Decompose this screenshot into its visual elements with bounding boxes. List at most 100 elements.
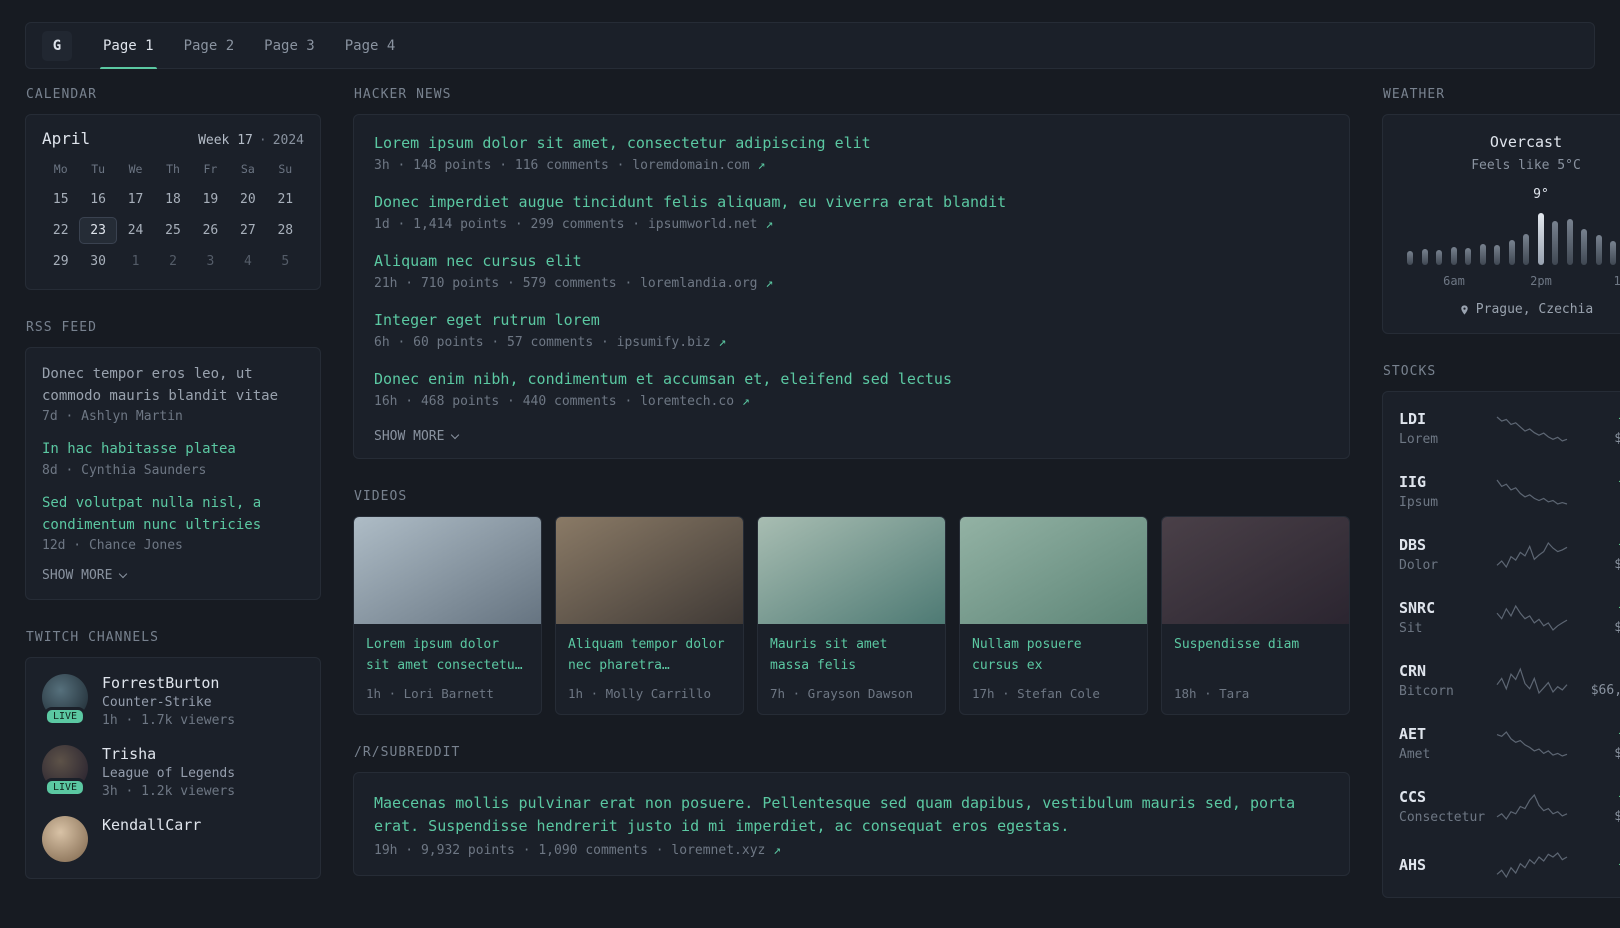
weather-bar	[1407, 251, 1413, 265]
calendar-day: 18	[165, 192, 181, 207]
subreddit-widget: /R/SUBREDDIT Maecenas mollis pulvinar er…	[353, 745, 1350, 876]
hn-story-domain-link[interactable]: loremdomain.com ↗	[632, 158, 765, 173]
calendar-header: April Week 17 · 2024	[42, 129, 304, 148]
video-title[interactable]: Aliquam tempor dolor nec pharetra…	[568, 635, 731, 677]
stock-symbol: CCS	[1399, 788, 1427, 806]
stock-identity: AHS	[1399, 856, 1495, 874]
rss-show-more-button[interactable]: SHOW MORE	[42, 568, 304, 583]
hn-story-title[interactable]: Donec imperdiet augue tincidunt felis al…	[374, 193, 1329, 211]
weather-time-label: 6am	[1443, 274, 1465, 288]
hn-story-title[interactable]: Integer eget rutrum lorem	[374, 311, 1329, 329]
video-title[interactable]: Nullam posuere cursus ex	[972, 635, 1135, 677]
dashboard: G Page 1 Page 2 Page 3 Page 4 CALENDAR A…	[0, 22, 1620, 928]
calendar-day: 27	[240, 223, 256, 238]
video-card[interactable]: Lorem ipsum dolor sit amet consectetu… 1…	[353, 516, 542, 715]
videos-widget-title: VIDEOS	[354, 489, 408, 504]
weather-bars	[1407, 211, 1620, 265]
subreddit-post-domain-link[interactable]: loremnet.xyz ↗	[671, 843, 781, 858]
hn-story-meta: 1d · 1,414 points · 299 comments · ipsum…	[374, 217, 1329, 232]
stock-change: +0.51%	[1569, 789, 1620, 805]
stock-values: +4.35% $795.18	[1569, 411, 1620, 446]
stock-values: +1.36% $148.64	[1569, 600, 1620, 635]
hacker-news-widget-title: HACKER NEWS	[354, 87, 452, 102]
stock-name: Ipsum	[1399, 495, 1439, 510]
hn-story-meta-text: 21h · 710 points · 579 comments ·	[374, 276, 641, 291]
channel-name[interactable]: KendallCarr	[102, 816, 201, 834]
video-card[interactable]: Suspendisse diam 18h · Tara	[1161, 516, 1350, 715]
videos-row: Lorem ipsum dolor sit amet consectetu… 1…	[353, 516, 1350, 715]
sparkline-chart	[1496, 604, 1568, 631]
page-tab[interactable]: Page 3	[249, 23, 330, 68]
hn-show-more-button[interactable]: SHOW MORE	[374, 429, 1329, 444]
hn-story-title[interactable]: Donec enim nibh, condimentum et accumsan…	[374, 370, 1329, 388]
weather-bar	[1436, 250, 1442, 265]
rss-item-meta: 8d · Cynthia Saunders	[42, 463, 207, 479]
calendar-day: 21	[277, 192, 294, 207]
weather-bar	[1494, 245, 1500, 265]
hn-story-domain-link[interactable]: loremtech.co ↗	[640, 394, 750, 409]
twitch-channel-row[interactable]: LIVE ForrestBurton Counter-Strike 1h · 1…	[42, 674, 304, 728]
video-title[interactable]: Mauris sit amet massa felis	[770, 635, 933, 677]
stock-symbol: DBS	[1399, 536, 1427, 554]
channel-name[interactable]: ForrestBurton	[102, 674, 235, 692]
twitch-card: LIVE ForrestBurton Counter-Strike 1h · 1…	[25, 657, 321, 880]
channel-name[interactable]: Trisha	[102, 745, 235, 763]
video-card[interactable]: Mauris sit amet massa felis 7h · Grayson…	[757, 516, 946, 715]
page-tab[interactable]: Page 4	[330, 23, 411, 68]
video-info: Suspendisse diam 18h · Tara	[1162, 624, 1349, 714]
stock-row[interactable]: SNRC Sit +1.36% $148.64	[1399, 586, 1620, 649]
video-card[interactable]: Nullam posuere cursus ex 17h · Stefan Co…	[959, 516, 1148, 715]
stock-row[interactable]: AHS +0.46%	[1399, 838, 1620, 892]
stock-row[interactable]: DBS Dolor +1.42% $156.28	[1399, 523, 1620, 586]
hn-story-meta-text: 16h · 468 points · 440 comments ·	[374, 394, 641, 409]
hn-story-domain-link[interactable]: loremlandia.org ↗	[640, 276, 773, 291]
twitch-channel-row[interactable]: LIVE Trisha League of Legends 3h · 1.2k …	[42, 745, 304, 799]
video-title[interactable]: Suspendisse diam	[1174, 635, 1337, 677]
stock-row[interactable]: CRN Bitcorn -1.00% $66,171.48	[1399, 649, 1620, 712]
stock-sparkline	[1495, 793, 1569, 821]
channel-info: ForrestBurton Counter-Strike 1h · 1.7k v…	[102, 674, 235, 728]
calendar-day: 16	[90, 192, 106, 207]
subreddit-post-title[interactable]: Maecenas mollis pulvinar erat non posuer…	[374, 792, 1329, 837]
rss-item-title[interactable]: In hac habitasse platea	[42, 439, 304, 461]
page-tabs: Page 1 Page 2 Page 3 Page 4	[88, 23, 411, 69]
twitch-channel-row[interactable]: KendallCarr	[42, 816, 304, 863]
calendar-day: 20	[240, 192, 256, 207]
stock-price: $66,171.48	[1590, 683, 1620, 698]
channel-game: Counter-Strike	[102, 695, 212, 711]
page-tab[interactable]: Page 1	[88, 23, 169, 69]
hn-story-title[interactable]: Aliquam nec cursus elit	[374, 252, 1329, 270]
hn-story-title[interactable]: Lorem ipsum dolor sit amet, consectetur …	[374, 134, 1329, 152]
calendar-day: 5	[281, 254, 290, 269]
stock-row[interactable]: LDI Lorem +4.35% $795.18	[1399, 397, 1620, 460]
channel-avatar	[42, 816, 88, 863]
rss-item-title[interactable]: Sed volutpat nulla nisl, a condimentum n…	[42, 493, 304, 536]
stock-symbol: AHS	[1399, 856, 1427, 874]
stock-name: Consectetur	[1399, 810, 1486, 825]
stock-change: +0.92%	[1569, 726, 1620, 742]
video-card[interactable]: Aliquam tempor dolor nec pharetra… 1h · …	[555, 516, 744, 715]
stock-sparkline	[1495, 604, 1569, 632]
right-column: WEATHER Overcast Feels like 5°C 9° 6am 2p…	[1382, 87, 1620, 928]
weather-location: Prague, Czechia	[1399, 302, 1620, 317]
weather-location-text: Prague, Czechia	[1475, 302, 1594, 317]
weather-time-label: 10pm	[1613, 274, 1620, 288]
stocks-widget-title: STOCKS	[1383, 364, 1437, 379]
page-tab[interactable]: Page 2	[169, 23, 250, 68]
video-meta: 1h · Lori Barnett	[366, 686, 494, 701]
stock-values: -1.00% $66,171.48	[1569, 663, 1620, 698]
hn-story-domain-link[interactable]: ipsumworld.net ↗	[648, 217, 773, 232]
weather-bar	[1566, 219, 1573, 265]
app-logo[interactable]: G	[42, 30, 72, 61]
left-column: CALENDAR April Week 17 · 2024 Mo Tu We Th Fr Sa…	[25, 87, 321, 909]
stock-row[interactable]: IIG Ipsum +2.84% $42.04	[1399, 460, 1620, 523]
video-title[interactable]: Lorem ipsum dolor sit amet consectetu…	[366, 635, 529, 677]
weather-bar	[1581, 229, 1587, 265]
stock-row[interactable]: CCS Consectetur +0.51% $165.84	[1399, 775, 1620, 838]
stock-symbol: SNRC	[1399, 599, 1436, 617]
stock-name: Sit	[1399, 621, 1423, 636]
stock-row[interactable]: AET Amet +0.92% $499.72	[1399, 712, 1620, 775]
hn-story-domain-link[interactable]: ipsumify.biz ↗	[617, 335, 727, 350]
hn-story: Aliquam nec cursus elit 21h · 710 points…	[374, 252, 1329, 291]
rss-item-title[interactable]: Donec tempor eros leo, ut commodo mauris…	[42, 364, 304, 407]
